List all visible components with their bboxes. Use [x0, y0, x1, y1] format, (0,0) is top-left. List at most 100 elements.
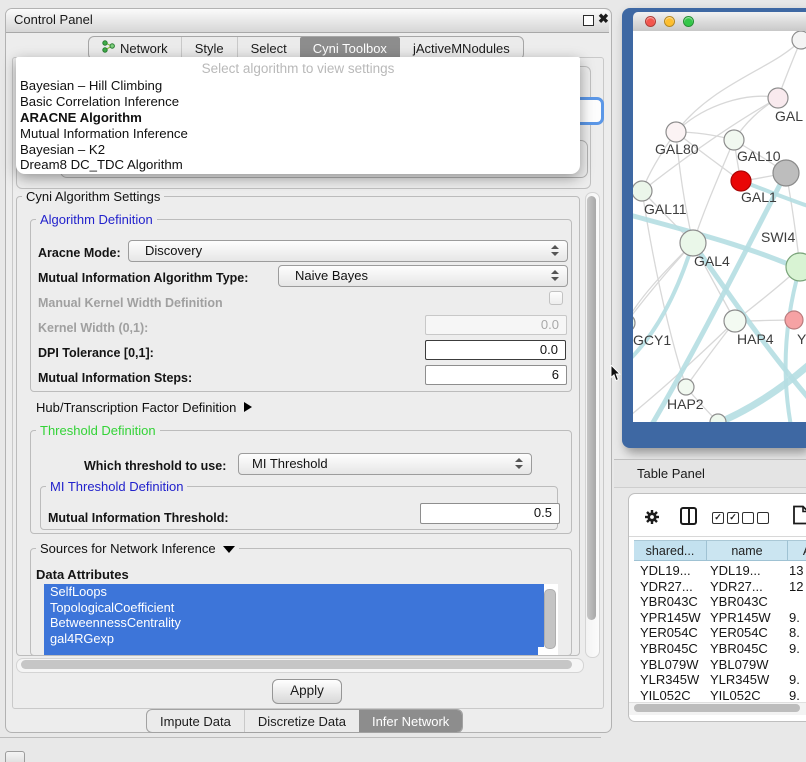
close-traffic-light-icon[interactable]	[645, 16, 656, 27]
algorithm-option[interactable]: Dream8 DC_TDC Algorithm	[18, 157, 576, 173]
which-threshold-select[interactable]: MI Threshold	[238, 453, 532, 475]
aracne-mode-select[interactable]: Discovery	[128, 240, 568, 262]
stepper-icon	[551, 270, 559, 283]
network-node-gal80[interactable]	[666, 122, 686, 142]
tab-select[interactable]: Select	[237, 37, 300, 59]
network-edge-highlighted[interactable]	[711, 363, 806, 422]
columns-icon[interactable]	[680, 507, 697, 525]
table-row[interactable]: YDR27...YDR27...12	[634, 579, 806, 595]
sources-group-title[interactable]: Sources for Network Inference	[36, 541, 239, 556]
tab-network[interactable]: Network	[89, 37, 181, 59]
table-cell: 9.	[789, 641, 800, 656]
algorithm-definition-title: Algorithm Definition	[36, 212, 157, 227]
algorithm-option[interactable]: Bayesian – K2	[18, 142, 576, 158]
mi-threshold-input[interactable]: 0.5	[420, 503, 560, 524]
mi-steps-label: Mutual Information Steps:	[38, 371, 192, 385]
tab-cyni-toolbox[interactable]: Cyni Toolbox	[300, 37, 400, 59]
column-header[interactable]: A	[788, 540, 806, 561]
table-row[interactable]: YER054CYER054C8.	[634, 625, 806, 641]
table-row[interactable]: YBR045CYBR045C9.	[634, 641, 806, 657]
algorithm-option[interactable]: Mutual Information Inference	[18, 126, 576, 142]
network-window-titlebar[interactable]	[633, 12, 806, 32]
network-canvas[interactable]: GALGAL80GAL10GAL1GAL11GAL4SWI4GCY1HAP4YH…	[633, 31, 806, 422]
network-node-y[interactable]	[785, 311, 803, 329]
minimize-traffic-light-icon[interactable]	[664, 16, 675, 27]
network-node-gcy1[interactable]	[633, 314, 635, 332]
toolbar-divider	[629, 536, 806, 537]
table-row[interactable]: YDL19...YDL19...13	[634, 563, 806, 579]
algorithm-option[interactable]: Basic Correlation Inference	[18, 94, 576, 110]
network-node-label: GAL10	[737, 148, 781, 164]
attribute-list-item[interactable]: gal4RGexp	[44, 631, 544, 647]
table-header-row: shared...nameA	[634, 540, 806, 561]
data-attributes-label: Data Attributes	[36, 567, 129, 582]
tab-discretize-data[interactable]: Discretize Data	[244, 710, 359, 732]
table-row[interactable]: YBR043CYBR043C	[634, 594, 806, 610]
panel-divider	[0, 737, 601, 738]
dpi-tolerance-input[interactable]: 0.0	[425, 340, 566, 360]
gear-icon[interactable]	[644, 509, 660, 530]
document-icon[interactable]	[792, 505, 806, 530]
attribute-list-item-partial[interactable]	[44, 647, 538, 655]
table-horizontal-scrollbar-thumb[interactable]	[634, 704, 800, 712]
mi-threshold-label: Mutual Information Threshold:	[48, 511, 229, 525]
table-cell: YLR345W	[640, 672, 699, 687]
table-row[interactable]: YIL052CYIL052C9.	[634, 688, 806, 704]
table-cell: 8.	[789, 625, 800, 640]
close-icon[interactable]: ✖	[598, 11, 609, 27]
column-header[interactable]: name	[707, 540, 788, 561]
expand-arrow-icon	[244, 402, 252, 412]
attribute-list-item[interactable]: SelfLoops	[44, 584, 544, 600]
network-node-label: GCY1	[633, 332, 671, 348]
network-node-label: Y	[797, 331, 806, 347]
network-node-label: GAL1	[741, 189, 777, 205]
table-row[interactable]: YLR345WYLR345W9.	[634, 672, 806, 688]
network-node-gal1[interactable]	[731, 171, 751, 191]
zoom-traffic-light-icon[interactable]	[683, 16, 694, 27]
clear-checks-icon[interactable]	[742, 512, 769, 524]
mi-threshold-group-title: MI Threshold Definition	[46, 479, 187, 494]
table-row[interactable]: YPR145WYPR145W9.	[634, 610, 806, 626]
table-cell: YER054C	[710, 625, 768, 640]
kernel-width-input[interactable]: 0.0	[425, 315, 567, 335]
mi-algorithm-type-select[interactable]: Naive Bayes	[278, 265, 568, 287]
table-body: YDL19...YDL19...13YDR27...YDR27...12YBR0…	[634, 563, 806, 703]
manual-kernel-width-checkbox[interactable]	[549, 291, 563, 305]
network-node[interactable]	[792, 31, 806, 49]
tab-impute-data[interactable]: Impute Data	[147, 710, 244, 732]
algorithm-option[interactable]: Bayesian – Hill Climbing	[18, 78, 576, 94]
float-window-icon[interactable]	[583, 15, 594, 26]
attribute-list-item[interactable]: BetweennessCentrality	[44, 615, 544, 631]
tab-infer-network[interactable]: Infer Network	[359, 710, 462, 732]
network-node-hap4[interactable]	[724, 310, 746, 332]
tab-network-label: Network	[120, 41, 168, 56]
minimized-panel-button[interactable]	[5, 751, 25, 762]
aracne-mode-label: Aracne Mode:	[38, 246, 121, 260]
data-attributes-list[interactable]: SelfLoopsTopologicalCoefficientBetweenne…	[44, 584, 558, 655]
algorithm-option[interactable]: ARACNE Algorithm	[18, 110, 576, 126]
tab-jactivemnodules[interactable]: jActiveMNodules	[400, 37, 523, 59]
tab-style[interactable]: Style	[181, 37, 237, 59]
column-header[interactable]: shared...	[634, 540, 707, 561]
mi-steps-input[interactable]: 6	[425, 365, 567, 385]
settings-vertical-scrollbar-thumb[interactable]	[587, 196, 596, 620]
attribute-list-item[interactable]: TopologicalCoefficient	[44, 600, 544, 616]
apply-button[interactable]: Apply	[272, 679, 342, 704]
application-background: Control Panel ✖ Network Style	[0, 0, 806, 762]
table-row[interactable]: YBL079WYBL079W	[634, 657, 806, 673]
settings-horizontal-scrollbar-thumb[interactable]	[21, 660, 572, 669]
attributes-scrollbar-thumb[interactable]	[544, 589, 556, 649]
table-cell: YBL079W	[710, 657, 769, 672]
network-node-gal11[interactable]	[633, 181, 652, 201]
network-node-gal10[interactable]	[724, 130, 744, 150]
network-node[interactable]	[710, 414, 726, 422]
select-all-checks-icon[interactable]: ✓✓	[712, 512, 739, 524]
network-graph[interactable]: GALGAL80GAL10GAL1GAL11GAL4SWI4GCY1HAP4YH…	[633, 31, 806, 422]
network-node-hap2[interactable]	[678, 379, 694, 395]
network-edge[interactable]	[693, 140, 734, 243]
hub-definition-expander[interactable]: Hub/Transcription Factor Definition	[36, 400, 252, 415]
cyni-settings-group-title: Cyni Algorithm Settings	[22, 189, 164, 204]
network-node-gal[interactable]	[768, 88, 788, 108]
table-cell: YBR045C	[640, 641, 698, 656]
control-panel-titlebar[interactable]	[6, 9, 609, 33]
